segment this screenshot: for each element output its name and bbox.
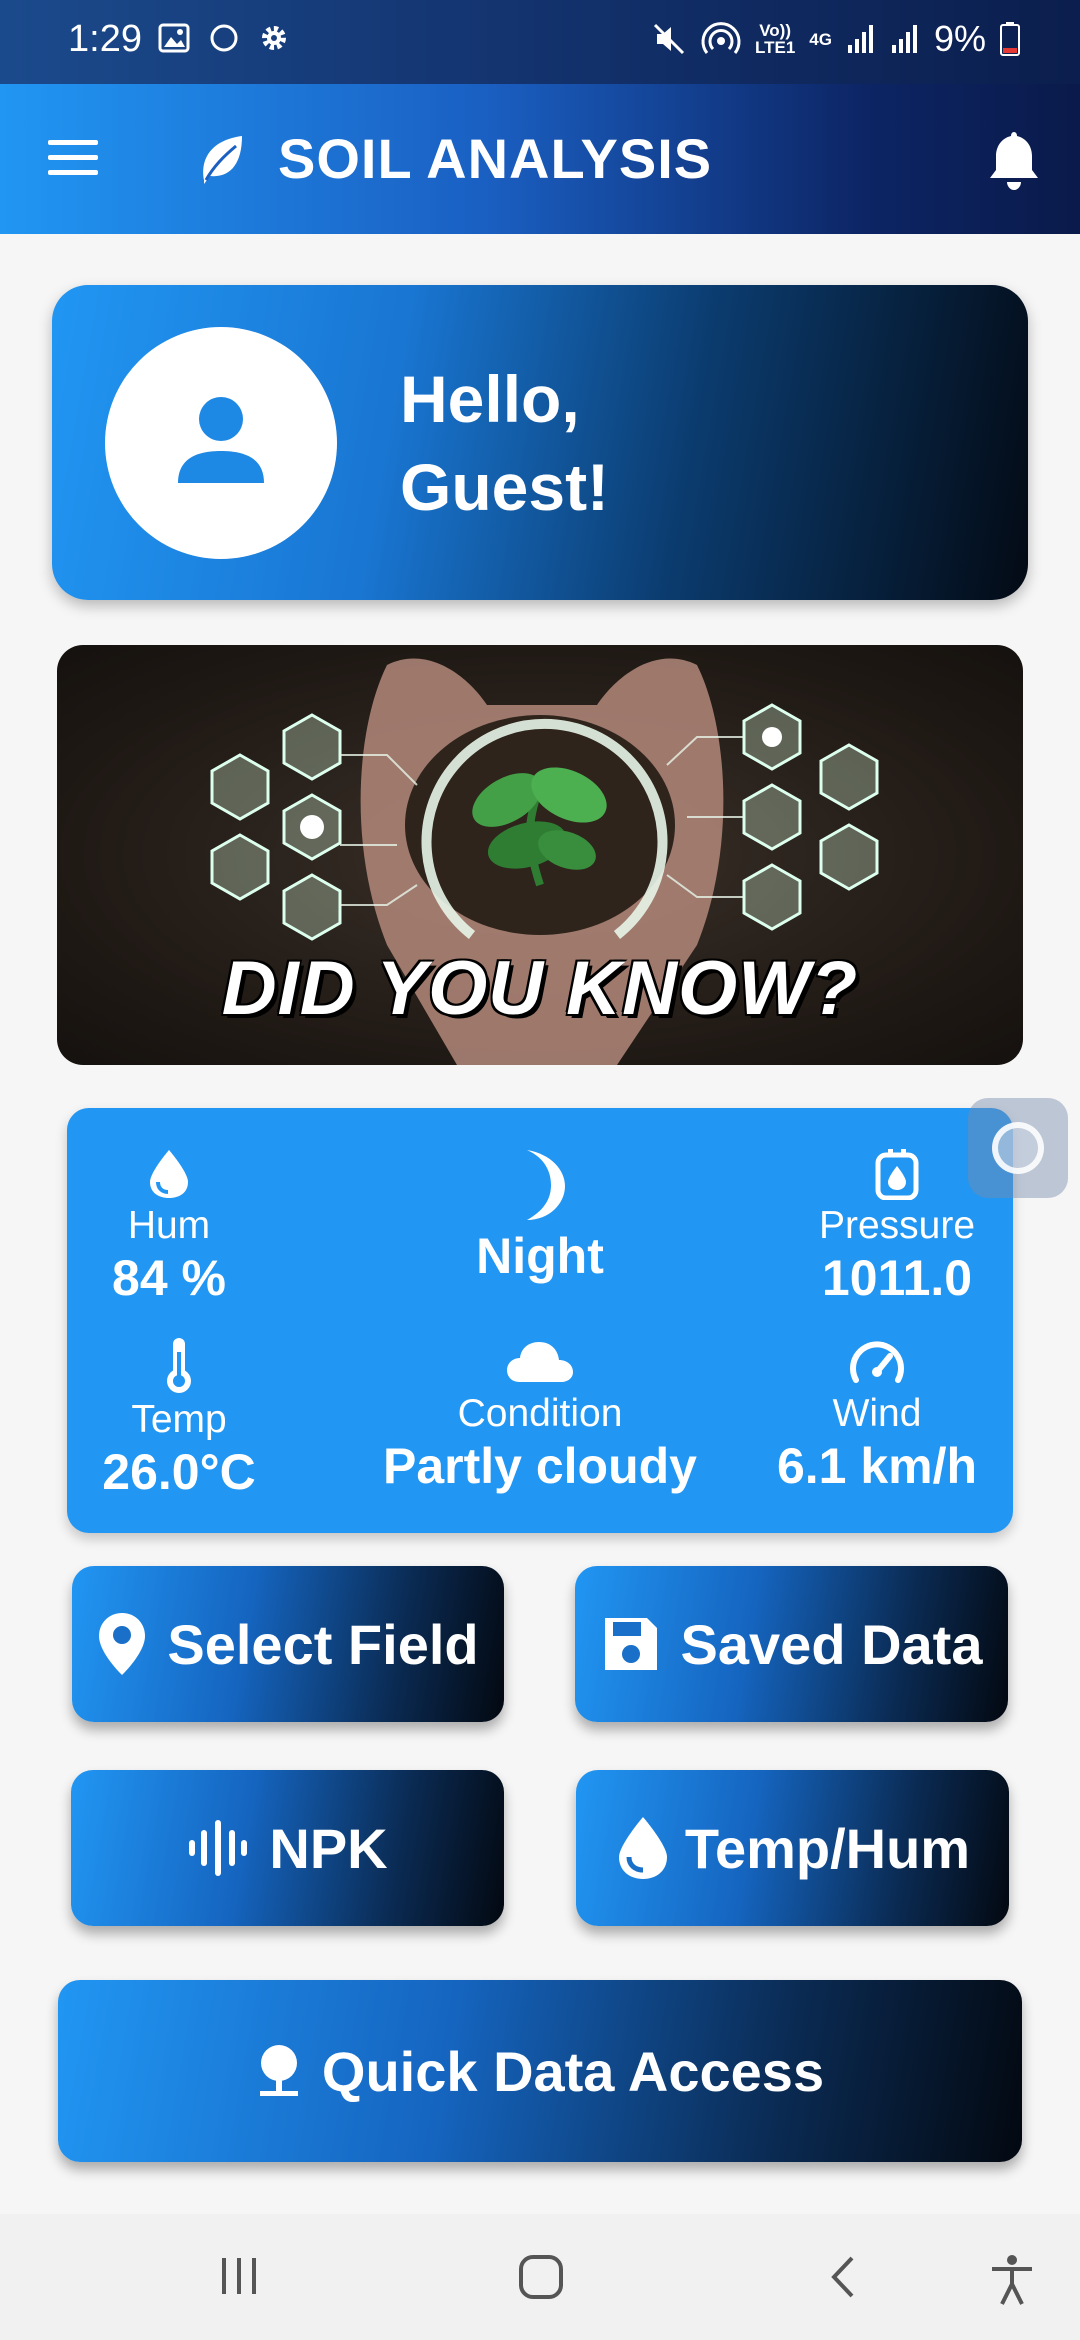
system-navigation-bar [0,2214,1080,2340]
pin-drop-icon [259,2045,298,2096]
wind-block: Wind 6.1 km/h [757,1336,997,1496]
condition-value: Partly cloudy [383,1438,697,1494]
time-of-day-value: Night [476,1228,604,1284]
quick-data-access-button[interactable]: Quick Data Access [58,1980,1022,2162]
person-icon [178,397,264,483]
leaf-icon [203,136,242,184]
weather-card: Hum 84 % Night Pressure 1011.0 Temp 26.0… [67,1108,1013,1533]
thermometer-icon [167,1338,191,1393]
npk-button[interactable]: NPK [71,1770,504,1926]
temp-hum-label: Temp/Hum [684,1816,971,1880]
greeting-card: Hello, Guest! [52,285,1028,600]
quick-data-access-label: Quick Data Access [321,2039,825,2103]
temp-hum-button[interactable]: Temp/Hum [576,1770,1009,1926]
temperature-label: Temp [131,1398,227,1441]
gallery-icon [158,23,190,53]
pressure-value: 1011.0 [821,1250,973,1306]
lte-label: LTE1 [754,38,796,57]
status-time: 1:29 [68,18,142,60]
saved-data-label: Saved Data [680,1612,983,1676]
settings-gear-icon [262,26,286,50]
sensor-waves-icon [189,1820,248,1876]
banner-title: DID YOU KNOW? [221,946,859,1031]
time-of-day-block: Night [415,1148,665,1286]
recent-apps-icon[interactable] [218,2254,260,2298]
screen: 1:29 Vo)) LTE1 4G 9% SOIL ANALYSIS Hello… [0,0,1080,2340]
saved-data-button[interactable]: Saved Data [575,1566,1008,1722]
avatar [105,327,337,559]
water-drop-icon [618,1817,667,1879]
bell-icon[interactable] [986,128,1042,192]
app-title: SOIL ANALYSIS [278,127,713,190]
greeting-line-hello: Hello, [400,362,580,436]
water-drop-icon [150,1150,188,1198]
status-bar: 1:29 Vo)) LTE1 4G 9% [0,0,1080,84]
humidity-label: Hum [127,1204,211,1247]
battery-percent: 9% [933,18,986,59]
condition-block: Condition Partly cloudy [347,1336,733,1496]
circle-status-icon [210,24,238,52]
greeting-line-name: Guest! [400,450,610,524]
floating-assistant-button[interactable] [968,1098,1068,1198]
volte-label: Vo)) [759,21,792,40]
back-icon[interactable] [828,2254,858,2300]
mute-icon [653,23,685,55]
location-pin-icon [99,1613,146,1675]
pressure-gauge-icon [875,1149,919,1200]
signal-icon-2 [891,25,917,53]
signal-icon-1 [847,25,873,53]
moon-icon [527,1150,565,1220]
humidity-value: 84 % [112,1250,226,1306]
battery-icon [1000,22,1020,56]
condition-label: Condition [457,1392,623,1435]
hotspot-icon [701,22,741,54]
select-field-label: Select Field [167,1612,479,1676]
did-you-know-banner[interactable]: DID YOU KNOW? [57,645,1023,1065]
npk-label: NPK [269,1816,388,1880]
select-field-button[interactable]: Select Field [72,1566,504,1722]
cloud-icon [507,1342,573,1382]
save-disk-icon [604,1618,657,1670]
pressure-block: Pressure 1011.0 [797,1148,997,1308]
temperature-block: Temp 26.0°C [89,1336,269,1502]
humidity-block: Hum 84 % [89,1148,249,1308]
network-type-label: 4G [809,29,832,49]
temperature-value: 26.0°C [102,1444,256,1500]
wind-label: Wind [832,1392,922,1435]
speedometer-icon [850,1341,904,1383]
hamburger-menu-icon[interactable] [48,140,98,176]
accessibility-icon[interactable] [990,2254,1034,2306]
wind-value: 6.1 km/h [776,1438,978,1494]
home-icon[interactable] [518,2254,564,2300]
app-bar: SOIL ANALYSIS [0,84,1080,234]
pressure-label: Pressure [818,1204,976,1247]
